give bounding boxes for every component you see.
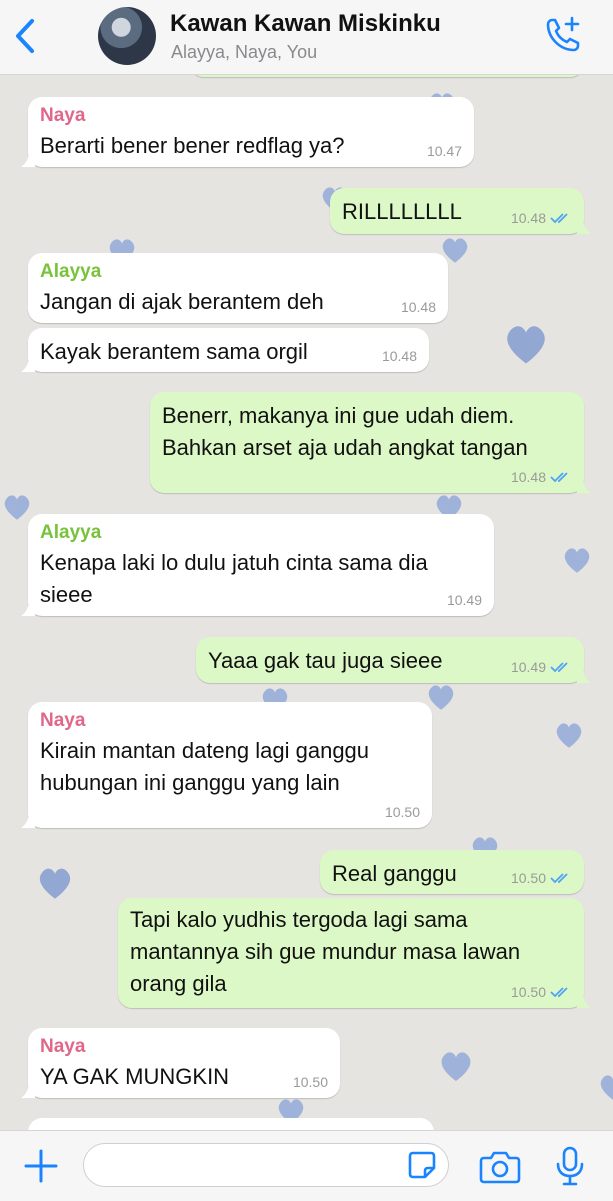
message-time: 10.48 (400, 299, 436, 315)
chat-header: Kawan Kawan Miskinku Alayya, Naya, You (0, 0, 613, 75)
heart-icon (0, 490, 34, 524)
read-ticks-icon (550, 472, 568, 483)
bubble-tail (577, 218, 591, 234)
message-time: 10.50 (292, 1074, 328, 1090)
message-meta: 10.49 (447, 592, 482, 608)
read-ticks-icon (550, 873, 568, 884)
message-text-line: Kenapa laki lo dulu jatuh cinta sama dia (40, 550, 428, 575)
sender-name: Naya (40, 1036, 86, 1057)
message-bubble[interactable]: Kayak berantem sama orgil 10.48 (21, 328, 429, 372)
message-time: 10.50 (384, 804, 420, 820)
bubble-tail (21, 600, 35, 616)
message-bubble[interactable]: Real ganggu 10.50 (320, 850, 584, 894)
chat-title[interactable]: Kawan Kawan Miskinku (170, 10, 441, 38)
message-time: 10.49 (510, 659, 546, 675)
heart-icon (500, 318, 552, 370)
heart-icon (552, 718, 586, 752)
bubble-tail (21, 1082, 35, 1098)
message-time: 10.50 (510, 870, 546, 886)
bubble-tail (21, 356, 35, 372)
heart-icon (34, 862, 76, 904)
microphone-icon[interactable] (554, 1145, 586, 1187)
bubble-tail (577, 477, 591, 493)
read-ticks-icon (550, 987, 568, 998)
message-time: 10.48 (381, 348, 417, 364)
message-meta: 10.48 (401, 299, 436, 315)
message-text-line: Bahkan arset aja udah angkat tangan (162, 435, 528, 460)
message-meta: 10.50 (511, 984, 572, 1000)
message-text: Jangan di ajak berantem deh (40, 289, 324, 314)
message-meta: 10.50 (293, 1074, 328, 1090)
sender-name: Naya (40, 105, 86, 126)
heart-icon (596, 1070, 613, 1104)
message-text-line: Tapi kalo yudhis tergoda lagi sama (130, 907, 468, 932)
message-meta: 10.48 (382, 348, 417, 364)
message-text-line: hubungan ini ganggu yang lain (40, 770, 340, 795)
message-bubble[interactable]: Yaaa gak tau juga sieee 10.49 (196, 637, 591, 683)
message-bubble[interactable]: Naya YA GAK MUNGKIN 10.50 (21, 1028, 340, 1098)
message-input[interactable] (83, 1143, 449, 1187)
bubble-tail (577, 667, 591, 683)
message-meta: 10.50 (385, 804, 420, 820)
message-bubble[interactable]: Tapi kalo yudhis tergoda lagi sama manta… (118, 898, 591, 1008)
message-bubble[interactable]: Naya Kirain mantan dateng lagi ganggu hu… (21, 702, 432, 828)
message-bubble[interactable]: Alayya Kenapa laki lo dulu jatuh cinta s… (21, 514, 494, 616)
sender-name: Naya (40, 710, 86, 731)
bubble-tail (21, 151, 35, 167)
message-text: Berarti bener bener redflag ya? (40, 133, 345, 158)
message-time: 10.47 (426, 143, 462, 159)
add-call-icon[interactable] (540, 14, 584, 58)
message-meta: 10.48 (511, 469, 572, 485)
message-meta: 10.48 (511, 210, 572, 226)
message-text: YA GAK MUNGKIN (40, 1064, 230, 1089)
message-bubble[interactable]: Benerr, makanya ini gue udah diem. Bahka… (150, 392, 591, 493)
chat-participants[interactable]: Alayya, Naya, You (171, 42, 317, 63)
sender-name: Alayya (40, 261, 102, 282)
heart-icon (560, 543, 594, 577)
message-text-line: sieee (40, 582, 93, 607)
message-composer (0, 1130, 613, 1201)
message-time: 10.49 (446, 592, 482, 608)
message-time: 10.48 (510, 469, 546, 485)
message-text-line: Kirain mantan dateng lagi ganggu (40, 738, 370, 763)
message-time: 10.50 (510, 984, 546, 1000)
message-text-line: mantannya sih gue mundur masa lawan (130, 939, 521, 964)
sender-name: Alayya (40, 522, 102, 543)
message-bubble[interactable]: Naya Berarti bener bener redflag ya? 10.… (21, 97, 474, 167)
message-text: Kayak berantem sama orgil (40, 339, 308, 364)
message-text-line: orang gila (130, 971, 227, 996)
bubble-tail (577, 992, 591, 1008)
bubble-tail (21, 812, 35, 828)
camera-icon[interactable] (478, 1149, 522, 1185)
plus-icon[interactable] (22, 1147, 60, 1185)
message-meta: 10.50 (511, 870, 572, 886)
message-bubble[interactable]: Alayya Jangan di ajak berantem deh 10.48 (28, 253, 448, 323)
message-meta: 10.47 (427, 143, 462, 159)
read-ticks-icon (550, 213, 568, 224)
message-meta: 10.49 (511, 659, 572, 675)
read-ticks-icon (550, 662, 568, 673)
message-time: 10.48 (510, 210, 546, 226)
heart-icon (436, 1046, 476, 1086)
avatar[interactable] (98, 7, 156, 65)
message-bubble[interactable]: RILLLLLLLL 10.48 (330, 188, 591, 234)
message-text-line: Benerr, makanya ini gue udah diem. (162, 403, 515, 428)
sticker-icon[interactable] (406, 1149, 438, 1181)
chevron-left-icon[interactable] (8, 16, 44, 56)
